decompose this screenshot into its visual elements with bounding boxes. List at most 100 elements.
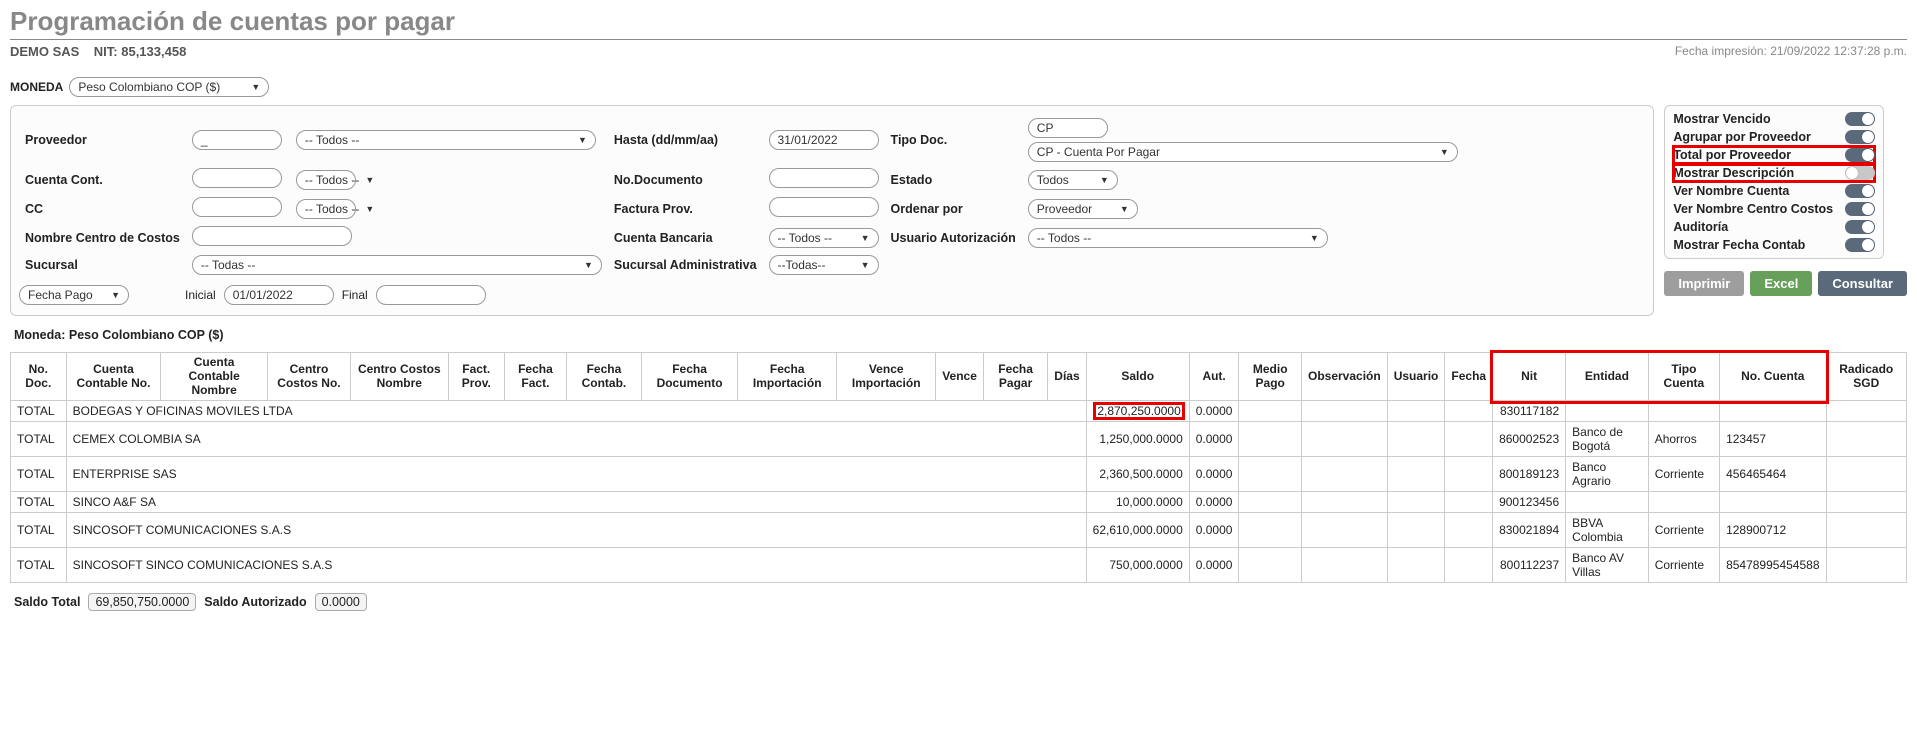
row-total: TOTAL — [11, 401, 67, 422]
cell — [1826, 492, 1907, 513]
factura-label: Factura Prov. — [608, 197, 763, 220]
moneda-line: Moneda: Peso Colombiano COP ($) — [14, 328, 1907, 342]
chevron-down-icon: ▼ — [251, 82, 260, 92]
nombre-cc-label: Nombre Centro de Costos — [19, 226, 186, 249]
toggle-switch[interactable] — [1845, 220, 1875, 234]
column-header[interactable]: Entidad — [1566, 353, 1649, 401]
cuenta-banc-select[interactable]: -- Todos --▼ — [769, 228, 879, 248]
chevron-down-icon: ▼ — [111, 290, 120, 300]
row-aut: 0.0000 — [1189, 422, 1239, 457]
fecha-inicial-input[interactable]: 01/01/2022 — [224, 285, 334, 305]
cell — [1826, 422, 1907, 457]
excel-button[interactable]: Excel — [1750, 271, 1812, 296]
saldo-total-label: Saldo Total — [14, 595, 80, 609]
toggle-row: Agrupar por Proveedor — [1673, 128, 1875, 146]
cell — [1445, 401, 1493, 422]
toggle-switch[interactable] — [1845, 202, 1875, 216]
row-cuenta: 123457 — [1720, 422, 1826, 457]
cuenta-banc-label: Cuenta Bancaria — [608, 226, 763, 249]
print-button[interactable]: Imprimir — [1664, 271, 1744, 296]
toggle-label: Mostrar Vencido — [1673, 112, 1770, 126]
chevron-down-icon: ▼ — [1310, 233, 1319, 243]
nombre-cc-input[interactable] — [192, 226, 352, 246]
column-header[interactable]: Fecha Contab. — [566, 353, 641, 401]
cuenta-cont-select[interactable]: -- Todos --▼ — [296, 170, 356, 190]
cc-select[interactable]: -- Todos --▼ — [296, 199, 356, 219]
saldo-total-value: 69,850,750.0000 — [88, 593, 196, 611]
toggle-row: Total por Proveedor — [1673, 146, 1875, 164]
toggle-switch[interactable] — [1845, 238, 1875, 252]
table-row: TOTALSINCOSOFT COMUNICACIONES S.A.S62,61… — [11, 513, 1907, 548]
toggle-switch[interactable] — [1845, 184, 1875, 198]
row-cuenta — [1720, 492, 1826, 513]
column-header[interactable]: Vence Importación — [837, 353, 936, 401]
usuario-aut-select[interactable]: -- Todos --▼ — [1028, 228, 1328, 248]
column-header[interactable]: No. Doc. — [11, 353, 67, 401]
column-header[interactable]: Fecha Pagar — [983, 353, 1047, 401]
inicial-label: Inicial — [185, 288, 216, 302]
column-header[interactable]: Aut. — [1189, 353, 1239, 401]
cell — [1239, 457, 1302, 492]
column-header[interactable]: Cuenta Contable Nombre — [161, 353, 268, 401]
toggle-switch[interactable] — [1845, 112, 1875, 126]
row-nit: 830021894 — [1493, 513, 1566, 548]
page-title: Programación de cuentas por pagar — [10, 6, 1907, 37]
nodoc-input[interactable] — [769, 168, 879, 188]
column-header[interactable]: Radicado SGD — [1826, 353, 1907, 401]
column-header[interactable]: Vence — [936, 353, 984, 401]
sucursal-select[interactable]: -- Todas --▼ — [192, 255, 602, 275]
toggle-switch[interactable] — [1845, 166, 1875, 180]
cell — [1387, 492, 1445, 513]
query-button[interactable]: Consultar — [1818, 271, 1907, 296]
moneda-value: Peso Colombiano COP ($) — [78, 80, 220, 94]
suc-admin-select[interactable]: --Todas--▼ — [769, 255, 879, 275]
factura-input[interactable] — [769, 197, 879, 217]
row-name: ENTERPRISE SAS — [66, 457, 1086, 492]
cell — [1826, 513, 1907, 548]
ordenar-select[interactable]: Proveedor▼ — [1028, 199, 1138, 219]
cell — [1445, 422, 1493, 457]
toggle-switch[interactable] — [1845, 130, 1875, 144]
toggle-switch[interactable] — [1845, 148, 1875, 162]
column-header[interactable]: Días — [1048, 353, 1086, 401]
cc-input[interactable] — [192, 197, 282, 217]
proveedor-select[interactable]: -- Todos --▼ — [296, 130, 596, 150]
row-entidad — [1566, 492, 1649, 513]
report-table: No. Doc.Cuenta Contable No.Cuenta Contab… — [10, 352, 1907, 583]
column-header[interactable]: Centro Costos Nombre — [351, 353, 449, 401]
column-header[interactable]: Nit — [1493, 353, 1566, 401]
estado-select[interactable]: Todos▼ — [1028, 170, 1118, 190]
hasta-input[interactable]: 31/01/2022 — [769, 130, 879, 150]
column-header[interactable]: Usuario — [1387, 353, 1445, 401]
column-header[interactable]: Fact. Prov. — [448, 353, 504, 401]
moneda-select[interactable]: Peso Colombiano COP ($) ▼ — [69, 77, 269, 97]
cuenta-cont-input[interactable] — [192, 168, 282, 188]
column-header[interactable]: Cuenta Contable No. — [66, 353, 161, 401]
column-header[interactable]: Fecha Fact. — [504, 353, 566, 401]
column-header[interactable]: Tipo Cuenta — [1648, 353, 1719, 401]
tipo-doc-code-input[interactable]: CP — [1028, 118, 1108, 138]
fecha-final-input[interactable] — [376, 285, 486, 305]
column-header[interactable]: Centro Costos No. — [267, 353, 350, 401]
column-header[interactable]: Saldo — [1086, 353, 1189, 401]
toggle-label: Ver Nombre Cuenta — [1673, 184, 1789, 198]
column-header[interactable]: Observación — [1302, 353, 1388, 401]
cell — [1302, 513, 1388, 548]
cell — [1445, 513, 1493, 548]
proveedor-code-input[interactable]: _ — [192, 130, 282, 150]
column-header[interactable]: No. Cuenta — [1720, 353, 1826, 401]
fecha-tipo-select[interactable]: Fecha Pago▼ — [19, 285, 129, 305]
column-header[interactable]: Fecha — [1445, 353, 1493, 401]
row-total: TOTAL — [11, 513, 67, 548]
toggle-label: Mostrar Fecha Contab — [1673, 238, 1805, 252]
company-name: DEMO SAS — [10, 44, 79, 59]
column-header[interactable]: Fecha Documento — [641, 353, 737, 401]
tipo-doc-select[interactable]: CP - Cuenta Por Pagar▼ — [1028, 142, 1458, 162]
row-aut: 0.0000 — [1189, 401, 1239, 422]
column-header[interactable]: Fecha Importación — [738, 353, 837, 401]
row-name: BODEGAS Y OFICINAS MOVILES LTDA — [66, 401, 1086, 422]
cell — [1302, 492, 1388, 513]
table-row: TOTALSINCO A&F SA10,000.00000.0000900123… — [11, 492, 1907, 513]
column-header[interactable]: Medio Pago — [1239, 353, 1302, 401]
toggle-label: Ver Nombre Centro Costos — [1673, 202, 1833, 216]
